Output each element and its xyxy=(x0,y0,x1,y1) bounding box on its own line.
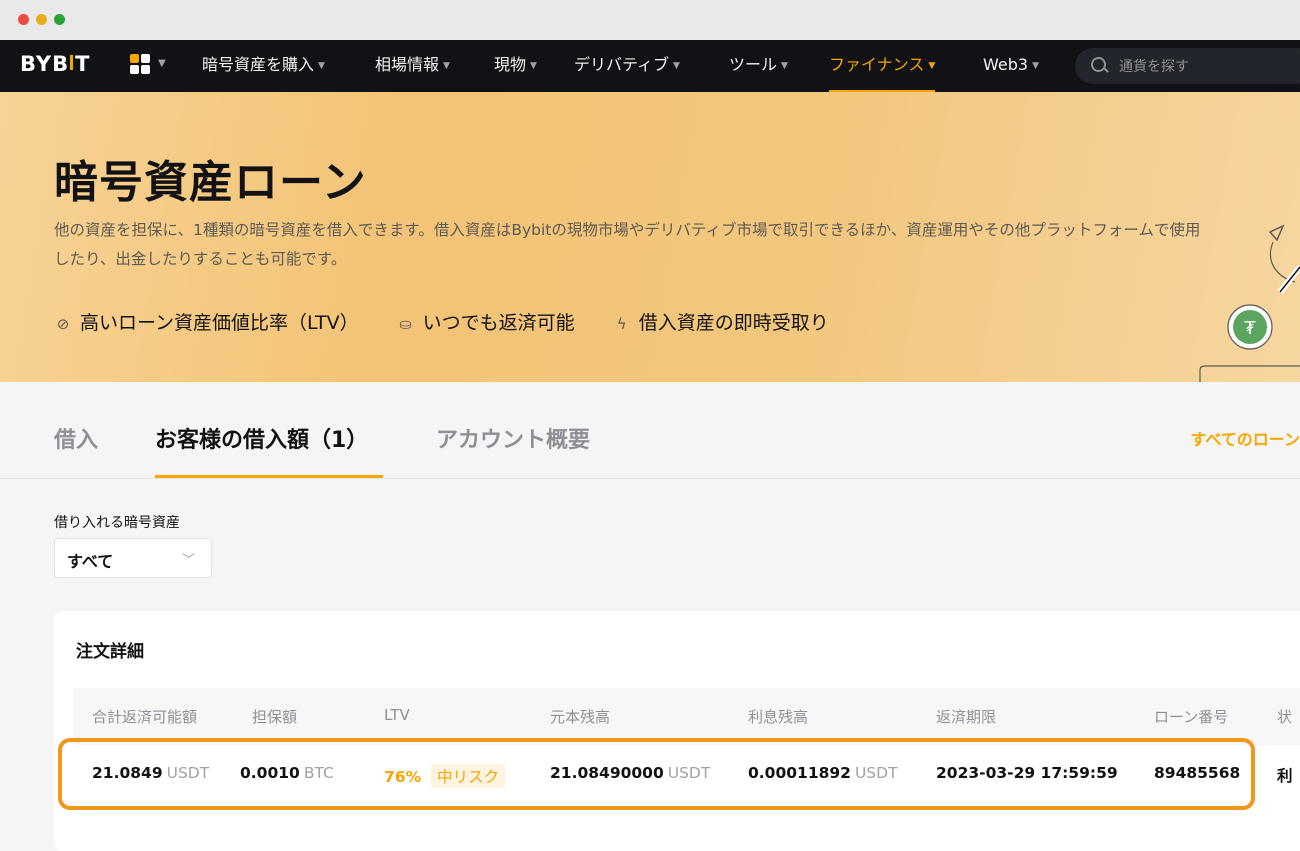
status-cell: 利 xyxy=(1277,767,1293,785)
top-navbar: BYB T ▼ 暗号資産を購入 ▼ 相場情報 ▼ 現物 ▼ デリバティブ ▼ ツール ▼ フ… xyxy=(0,40,1300,92)
feature-item: ⊘ 高いローン資産価値比率（LTV） xyxy=(54,308,359,335)
chevron-down-icon: ▼ xyxy=(1032,61,1039,71)
nav-web3[interactable]: Web3 ▼ xyxy=(983,40,1039,92)
interest-cell: 0.00011892 USDT xyxy=(748,764,898,782)
search-input[interactable] xyxy=(1117,55,1300,79)
chevron-down-icon: ▼ xyxy=(443,61,450,71)
tab-bar: 借入 お客様の借入額（1） アカウント概要 すべてのローン xyxy=(0,382,1300,479)
lightning-icon: ϟ xyxy=(616,315,627,333)
tab-borrow[interactable]: 借入 xyxy=(54,422,98,454)
search-box[interactable] xyxy=(1075,48,1300,84)
svg-text:₮: ₮ xyxy=(1244,318,1256,339)
chevron-down-icon: ▼ xyxy=(530,61,537,71)
chevron-down-icon: ▼ xyxy=(318,61,325,71)
ltv-cell: 76% 中リスク xyxy=(384,764,506,788)
nav-label: Web3 xyxy=(983,55,1029,74)
bybit-logo[interactable]: BYB T xyxy=(20,52,90,76)
due-date-cell: 2023-03-29 17:59:59 xyxy=(936,764,1118,782)
feature-label: 高いローン資産価値比率（LTV） xyxy=(80,312,359,334)
collateral-cell: 0.0010 BTC xyxy=(240,764,334,782)
column-header: LTV xyxy=(384,706,410,724)
order-details-card: 注文詳細 合計返済可能額 担保額 LTV 元本残高 利息残高 返済期限 ローン番… xyxy=(54,611,1300,851)
filter-value: すべて xyxy=(67,552,114,571)
table-row[interactable]: 21.0849 USDT 0.0010 BTC 76% 中リスク 21.0849000… xyxy=(74,745,1300,805)
all-loans-link[interactable]: すべてのローン xyxy=(1191,426,1300,450)
nav-spot[interactable]: 現物 ▼ xyxy=(494,40,537,92)
column-header: 担保額 xyxy=(252,708,298,726)
ltv-value: 76% xyxy=(384,768,422,786)
column-header: ローン番号 xyxy=(1154,708,1229,726)
cell-value: 0.00011892 xyxy=(748,764,851,782)
cell-unit: USDT xyxy=(854,764,898,782)
nav-finance[interactable]: ファイナンス ▼ xyxy=(829,40,936,92)
nav-label: デリバティブ xyxy=(574,55,670,74)
nav-buy-crypto[interactable]: 暗号資産を購入 ▼ xyxy=(202,40,325,92)
column-header: 返済期限 xyxy=(936,708,997,726)
tab-your-loans[interactable]: お客様の借入額（1） xyxy=(155,422,368,454)
column-header: 状 xyxy=(1277,708,1293,726)
column-header: 利息残高 xyxy=(748,708,809,726)
column-header: 合計返済可能額 xyxy=(92,708,198,726)
chevron-down-icon: ▼ xyxy=(928,61,936,71)
chevron-down-icon: ▼ xyxy=(673,61,680,71)
asset-filter-select[interactable]: すべて ﹀ xyxy=(54,538,212,578)
cell-value: 0.0010 xyxy=(240,764,300,782)
feature-item: ϟ 借入資産の即時受取り xyxy=(613,308,829,335)
chevron-down-icon: ▼ xyxy=(158,58,166,69)
loan-illustration-icon: ₮ xyxy=(1199,224,1300,382)
chevron-down-icon: ▼ xyxy=(781,61,788,71)
table-header: 合計返済可能額 担保額 LTV 元本残高 利息残高 返済期限 ローン番号 状 xyxy=(74,688,1300,745)
hero-banner: 暗号資産ローン 他の資産を担保に、1種類の暗号資産を借入できます。借入資産はBy… xyxy=(0,92,1300,382)
cell-value: 21.0849 xyxy=(92,764,163,782)
hero-description: 他の資産を担保に、1種類の暗号資産を借入できます。借入資産はBybitの現物市場… xyxy=(54,221,1201,268)
card-title: 注文詳細 xyxy=(76,642,144,662)
cell-unit: USDT xyxy=(166,764,210,782)
principal-cell: 21.08490000 USDT xyxy=(550,764,710,782)
nav-label: 暗号資産を購入 xyxy=(202,55,315,74)
chevron-down-icon: ﹀ xyxy=(181,553,195,568)
nav-label: ツール xyxy=(729,55,778,74)
search-icon xyxy=(1091,57,1106,72)
close-window-button[interactable] xyxy=(18,14,29,25)
page-title: 暗号資産ローン xyxy=(54,157,367,208)
cell-unit: BTC xyxy=(303,764,334,782)
tab-account-overview[interactable]: アカウント概要 xyxy=(436,422,590,454)
cell-value: 21.08490000 xyxy=(550,764,664,782)
filter-label: 借り入れる暗号資産 xyxy=(54,515,180,531)
total-repayable-cell: 21.0849 USDT xyxy=(92,764,209,782)
nav-tools[interactable]: ツール ▼ xyxy=(729,40,788,92)
window-titlebar xyxy=(0,0,1300,41)
check-circle-icon: ⊘ xyxy=(56,315,70,333)
feature-label: いつでも返済可能 xyxy=(422,312,575,334)
feature-list: ⊘ 高いローン資産価値比率（LTV） ⛀ いつでも返済可能 ϟ 借入資産の即時受取り xyxy=(54,308,861,335)
nav-label: 現物 xyxy=(494,55,527,74)
nav-markets[interactable]: 相場情報 ▼ xyxy=(375,40,450,92)
active-tab-indicator xyxy=(155,475,383,478)
nav-label: 相場情報 xyxy=(375,55,440,74)
nav-label: ファイナンス xyxy=(829,55,925,74)
maximize-window-button[interactable] xyxy=(54,14,65,25)
nav-derivatives[interactable]: デリバティブ ▼ xyxy=(574,40,680,92)
loan-number-cell: 89485568 xyxy=(1154,764,1241,782)
feature-item: ⛀ いつでも返済可能 xyxy=(397,308,575,335)
column-header: 元本残高 xyxy=(550,708,611,726)
apps-grid-icon[interactable] xyxy=(130,54,154,76)
minimize-window-button[interactable] xyxy=(36,14,47,25)
repay-icon: ⛀ xyxy=(399,315,412,333)
risk-badge: 中リスク xyxy=(431,764,506,788)
feature-label: 借入資産の即時受取り xyxy=(638,312,829,334)
cell-unit: USDT xyxy=(667,764,711,782)
